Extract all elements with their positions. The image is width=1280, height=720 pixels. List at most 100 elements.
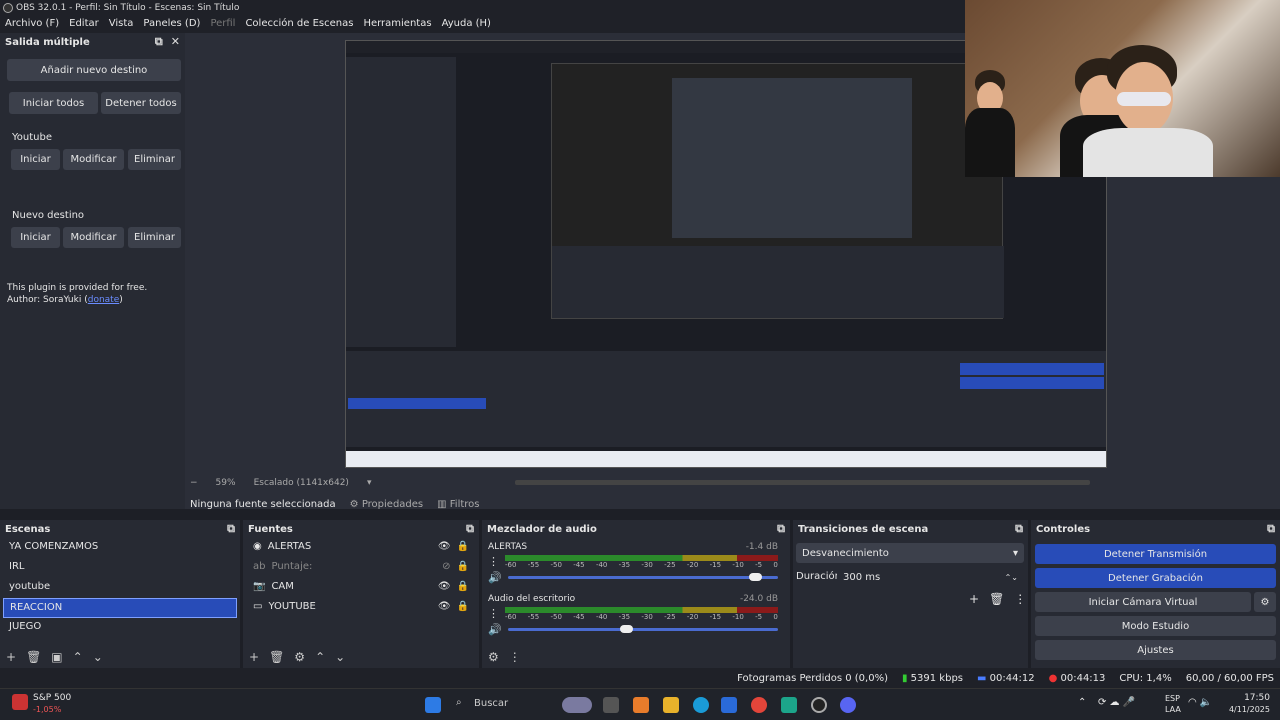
clock-date[interactable]: 4/11/2025 — [1220, 705, 1270, 714]
destination-start-button[interactable]: Iniciar — [11, 227, 60, 248]
close-icon[interactable]: ✕ — [171, 35, 180, 49]
lock-icon[interactable]: 🔒 — [457, 561, 469, 575]
spin-arrows-icon[interactable]: ⌃⌄ — [1005, 573, 1018, 582]
lang-primary[interactable]: ESP — [1165, 694, 1180, 703]
more-options-icon[interactable]: ⋮ — [488, 555, 499, 569]
discord-icon[interactable] — [840, 697, 856, 713]
transition-select[interactable]: Desvanecimiento ▾ — [796, 543, 1024, 563]
menu-vista[interactable]: Vista — [104, 16, 139, 33]
windows-start-icon[interactable] — [425, 697, 441, 713]
widgets-icon[interactable] — [562, 697, 592, 713]
gear-icon[interactable]: ⚙ — [1254, 592, 1276, 612]
menu-ayuda[interactable]: Ayuda (H) — [437, 16, 496, 33]
speaker-icon[interactable]: 🔊 — [488, 571, 502, 584]
add-icon[interactable]: + — [6, 650, 16, 664]
clock-time[interactable]: 17:50 — [1240, 693, 1270, 703]
dock-menu-icon[interactable]: ⧉ — [777, 522, 785, 536]
destination-delete-button[interactable]: Eliminar — [128, 149, 181, 170]
source-item[interactable]: ◉ ALERTAS 👁 🔒 — [247, 538, 475, 558]
more-options-icon[interactable]: ⋮ — [1014, 592, 1026, 606]
menu-coleccion[interactable]: Colección de Escenas — [240, 16, 358, 33]
scene-item-selected[interactable]: REACCION — [3, 598, 237, 618]
mixer-menu-icon[interactable]: ⋮ — [509, 650, 521, 664]
stop-record-button[interactable]: Detener Grabación — [1035, 568, 1276, 588]
more-options-icon[interactable]: ⋮ — [488, 607, 499, 621]
eye-icon[interactable]: 👁 — [438, 581, 451, 595]
eye-hidden-icon[interactable]: ⊘ — [442, 561, 450, 575]
chrome-icon[interactable] — [751, 697, 767, 713]
ticker-name[interactable]: S&P 500 — [33, 693, 71, 703]
edge-icon[interactable] — [693, 697, 709, 713]
scene-item[interactable]: IRL — [3, 558, 237, 578]
chevron-up-icon[interactable]: ⌃ — [315, 650, 325, 664]
scene-item[interactable]: youtube — [3, 578, 237, 598]
lang-secondary[interactable]: LAA — [1165, 705, 1181, 714]
volume-knob[interactable] — [749, 573, 763, 581]
volume-slider[interactable] — [507, 573, 778, 581]
chevron-down-icon[interactable]: ▾ — [367, 478, 372, 488]
source-item[interactable]: ab Puntaje: ⊘ 🔒 — [247, 558, 475, 578]
task-view-icon[interactable] — [603, 697, 619, 713]
lock-icon[interactable]: 🔒 — [457, 541, 469, 555]
notepad-icon[interactable] — [781, 697, 797, 713]
lock-icon[interactable]: 🔒 — [457, 581, 469, 595]
destination-start-button[interactable]: Iniciar — [11, 149, 60, 170]
scale-label[interactable]: Escalado (1141x642) — [254, 478, 349, 488]
search-icon[interactable]: ⌕ — [456, 697, 462, 708]
menu-perfil[interactable]: Perfil — [205, 16, 240, 33]
trash-icon[interactable]: 🗑 — [26, 650, 41, 664]
destination-delete-button[interactable]: Eliminar — [128, 227, 181, 248]
menu-herramientas[interactable]: Herramientas — [358, 16, 436, 33]
add-icon[interactable]: + — [249, 650, 259, 664]
studio-mode-button[interactable]: Modo Estudio — [1035, 616, 1276, 636]
undock-icon[interactable]: ⧉ — [155, 35, 163, 49]
zoom-out-icon[interactable]: − — [190, 478, 198, 488]
settings-button[interactable]: Ajustes — [1035, 640, 1276, 660]
chevron-up-icon[interactable]: ⌃ — [1078, 697, 1086, 708]
add-destination-button[interactable]: Añadir nuevo destino — [7, 59, 181, 81]
lock-icon[interactable]: 🔒 — [457, 601, 469, 615]
dock-menu-icon[interactable]: ⧉ — [1267, 522, 1275, 536]
obs-taskbar-icon[interactable] — [811, 697, 827, 713]
chevron-down-icon[interactable]: ⌄ — [93, 650, 103, 664]
zoom-level[interactable]: 59% — [216, 478, 236, 488]
chevron-up-icon[interactable]: ⌃ — [73, 650, 83, 664]
file-explorer-icon[interactable] — [663, 697, 679, 713]
scene-item[interactable]: JUEGO — [3, 618, 237, 638]
dock-menu-icon[interactable]: ⧉ — [227, 522, 235, 536]
chevron-down-icon[interactable]: ⌄ — [335, 650, 345, 664]
gear-icon[interactable]: ⚙ — [294, 650, 305, 664]
stop-all-button[interactable]: Detener todos — [101, 92, 181, 114]
store-icon[interactable] — [721, 697, 737, 713]
tray-icons[interactable]: ⟳ ☁ 🎤 — [1098, 697, 1135, 708]
taskbar-search[interactable]: Buscar — [474, 698, 508, 709]
properties-button[interactable]: ⚙ Propiedades — [350, 499, 423, 510]
menu-archivo[interactable]: Archivo (F) — [0, 16, 64, 33]
eye-icon[interactable]: 👁 — [438, 601, 451, 615]
destination-modify-button[interactable]: Modificar — [63, 149, 124, 170]
eye-icon[interactable]: 👁 — [438, 541, 451, 555]
advanced-audio-icon[interactable]: ⚙ — [488, 650, 499, 664]
source-item[interactable]: 📷 CAM 👁 🔒 — [247, 578, 475, 598]
start-all-button[interactable]: Iniciar todos — [9, 92, 98, 114]
scene-item[interactable]: YA COMENZAMOS — [3, 538, 237, 558]
trash-icon[interactable]: 🗑 — [269, 650, 284, 664]
stop-stream-button[interactable]: Detener Transmisión — [1035, 544, 1276, 564]
filter-icon[interactable]: ▣ — [51, 650, 62, 664]
dock-menu-icon[interactable]: ⧉ — [1015, 522, 1023, 536]
volume-slider[interactable] — [507, 625, 778, 633]
duration-spinbox[interactable]: 300 ms ⌃⌄ — [837, 567, 1024, 587]
copilot-icon[interactable] — [633, 697, 649, 713]
donate-link[interactable]: donate — [88, 295, 120, 305]
destination-modify-button[interactable]: Modificar — [63, 227, 124, 248]
volume-knob[interactable] — [619, 625, 633, 633]
menu-paneles[interactable]: Paneles (D) — [138, 16, 205, 33]
source-item[interactable]: ▭ YOUTUBE 👁 🔒 — [247, 598, 475, 618]
trash-icon[interactable]: 🗑 — [989, 592, 1004, 606]
preview-scrollbar[interactable] — [515, 480, 1090, 485]
virtual-camera-button[interactable]: Iniciar Cámara Virtual — [1035, 592, 1251, 612]
stock-ticker-icon[interactable] — [12, 694, 28, 710]
menu-editar[interactable]: Editar — [64, 16, 104, 33]
dock-menu-icon[interactable]: ⧉ — [466, 522, 474, 536]
add-icon[interactable]: + — [969, 592, 979, 606]
